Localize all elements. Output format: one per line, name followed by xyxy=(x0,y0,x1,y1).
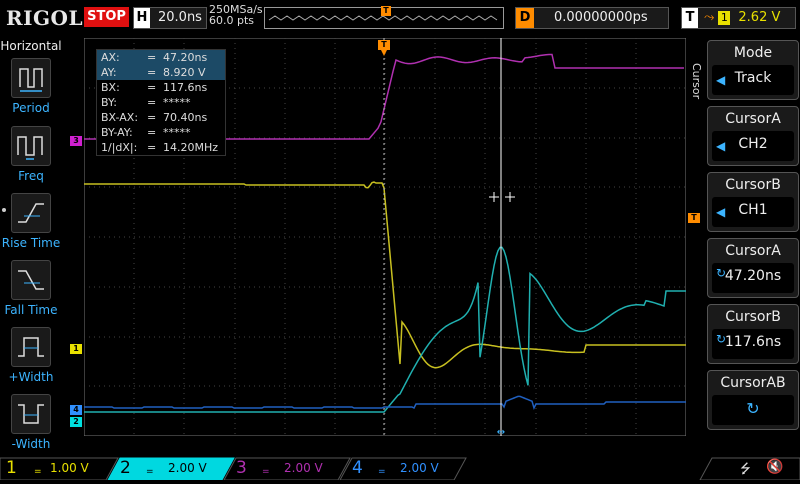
timebase-display[interactable]: H 20.0ns xyxy=(133,7,207,29)
timebase-value: 20.0ns xyxy=(158,10,202,25)
period-label: Period xyxy=(12,101,50,115)
delay-value: 0.00000000ps xyxy=(554,10,648,25)
cursor-menu-tab[interactable]: Cursor xyxy=(690,36,703,126)
ch4-status[interactable]: 4 = 2.00 V xyxy=(340,456,456,480)
cursor-ab-button[interactable]: CursorAB ↻ xyxy=(707,370,799,430)
cursor-mode-value: Track xyxy=(734,70,772,86)
ch2-scale: 2.00 V xyxy=(168,461,207,475)
measure-row-inv-dx: 1/|dX|: = 14.20MHz xyxy=(101,141,219,154)
ch3-coupling-icon: = xyxy=(262,467,270,477)
ch2-status[interactable]: 2 = 2.00 V xyxy=(108,456,224,480)
run-stop-indicator[interactable]: STOP xyxy=(84,7,129,27)
cursor-mode-button[interactable]: Mode ◀ Track xyxy=(707,40,799,100)
positive-width-label: +Width xyxy=(8,370,54,384)
rise-time-label: Rise Time xyxy=(1,236,61,250)
cursor-a-position-value: 47.20ns xyxy=(724,268,782,284)
ch2-offset-marker[interactable]: 2 xyxy=(70,417,82,427)
cursor-mode-title: Mode xyxy=(733,45,773,61)
ch4-offset-marker[interactable]: 4 xyxy=(70,405,82,415)
cursor-ab-marker: ↔ xyxy=(497,427,505,436)
measure-row-bx-ax: BX-AX: = 70.40ns xyxy=(101,111,208,124)
measure-period-button[interactable]: Period xyxy=(0,58,62,124)
fall-time-icon xyxy=(11,260,51,300)
multipurpose-knob-icon: ↻ xyxy=(746,399,760,418)
trigger-label: T xyxy=(682,8,698,28)
negative-width-label: -Width xyxy=(11,437,51,451)
trigger-source: 1 xyxy=(718,11,731,25)
ch3-number: 3 xyxy=(236,458,247,478)
top-status-bar: RIGOL STOP H 20.0ns 250MSa/s 60.0 pts T D… xyxy=(0,0,800,36)
trigger-time-marker[interactable]: T xyxy=(378,40,390,50)
rise-time-icon xyxy=(11,193,51,233)
trigger-edge-icon: ⤳ xyxy=(704,10,715,25)
trigger-level: 2.62 V xyxy=(738,10,781,25)
period-icon xyxy=(11,58,51,98)
measure-row-bx: BX: = 117.6ns xyxy=(101,81,208,94)
ch3-offset-marker[interactable]: 3 xyxy=(70,136,82,146)
cursor-ab-value-box: ↻ xyxy=(712,395,794,425)
ch1-scale: 1.00 V xyxy=(50,461,89,475)
measure-rise-time-button[interactable]: Rise Time xyxy=(0,193,62,259)
delay-label: D xyxy=(516,8,534,28)
cursor-a-position-title: CursorA xyxy=(725,243,781,259)
left-menu-title: Horizontal xyxy=(0,39,62,53)
ch1-number: 1 xyxy=(6,458,17,478)
horizontal-measure-menu: Horizontal Period Freq Rise Time Fall Ti… xyxy=(0,36,62,456)
cursor-b-position-button[interactable]: CursorB ↻ 117.6ns xyxy=(707,304,799,364)
negative-width-icon xyxy=(11,394,51,434)
cursor-mode-value-box: ◀ Track xyxy=(712,65,794,95)
cursor-menu: Mode ◀ Track CursorA ◀ CH2 CursorB ◀ CH1… xyxy=(703,36,800,456)
cursor-b-position-title: CursorB xyxy=(725,309,781,325)
measure-fall-time-button[interactable]: Fall Time xyxy=(0,260,62,326)
rigol-logo: RIGOL xyxy=(6,6,84,30)
trigger-display[interactable]: T ⤳ 1 2.62 V xyxy=(681,7,796,29)
cursor-ab-title: CursorAB xyxy=(720,375,786,391)
acquisition-info: 250MSa/s 60.0 pts xyxy=(209,4,263,26)
delay-display[interactable]: D 0.00000000ps xyxy=(515,7,669,29)
cursor-a-position-value-box: ↻ 47.20ns xyxy=(712,263,794,293)
measure-freq-button[interactable]: Freq xyxy=(0,126,62,192)
freq-icon xyxy=(11,126,51,166)
measure-row-ay: AY: = 8.920 V xyxy=(97,65,225,80)
trigger-position-marker: T xyxy=(381,6,391,16)
timebase-label: H xyxy=(134,8,150,28)
fall-time-label: Fall Time xyxy=(4,303,58,317)
trigger-level-marker[interactable]: T xyxy=(688,213,700,223)
cursor-a-source-value-box: ◀ CH2 xyxy=(712,131,794,161)
measure-row-ax: AX: = 47.20ns xyxy=(97,50,225,65)
ch2-number: 2 xyxy=(120,458,131,478)
freq-label: Freq xyxy=(18,169,44,183)
ch4-scale: 2.00 V xyxy=(400,461,439,475)
cursor-a-source-title: CursorA xyxy=(725,111,781,127)
ch3-scale: 2.00 V xyxy=(284,461,323,475)
positive-width-icon xyxy=(11,327,51,367)
cursor-a-position-button[interactable]: CursorA ↻ 47.20ns xyxy=(707,238,799,298)
ch1-coupling-icon: = xyxy=(34,467,42,477)
speaker-muted-icon[interactable]: 🔇 xyxy=(766,459,783,475)
trigger-arrow-icon xyxy=(381,50,387,56)
cursor-b-position-value-box: ↻ 117.6ns xyxy=(712,329,794,359)
ch4-coupling-icon: = xyxy=(378,467,386,477)
ch4-number: 4 xyxy=(352,458,363,478)
channel-status-bar: 1 = 1.00 V 2 = 2.00 V 3 = 2.00 V 4 = 2.0… xyxy=(0,456,800,480)
cursor-a-source-button[interactable]: CursorA ◀ CH2 xyxy=(707,106,799,166)
cursor-b-position-value: 117.6ns xyxy=(724,334,782,350)
cursor-b-source-title: CursorB xyxy=(725,177,781,193)
cursor-b-source-button[interactable]: CursorB ◀ CH1 xyxy=(707,172,799,232)
cursor-a-source-value: CH2 xyxy=(738,136,768,152)
ch3-status[interactable]: 3 = 2.00 V xyxy=(224,456,340,480)
usb-icon: ⭍ xyxy=(740,462,751,477)
measure-row-by: BY: = ***** xyxy=(101,96,191,109)
memory-depth: 60.0 pts xyxy=(209,14,255,27)
ch1-offset-marker[interactable]: 1 xyxy=(70,344,82,354)
ch2-coupling-icon: = xyxy=(146,467,154,477)
measure-negative-width-button[interactable]: -Width xyxy=(0,394,62,460)
cursor-b-source-value: CH1 xyxy=(738,202,768,218)
cursor-b-source-value-box: ◀ CH1 xyxy=(712,197,794,227)
measure-positive-width-button[interactable]: +Width xyxy=(0,327,62,393)
measure-row-by-ay: BY-AY: = ***** xyxy=(101,126,191,139)
ch1-status[interactable]: 1 = 1.00 V xyxy=(0,456,108,480)
cursor-measurement-panel: AX: = 47.20ns AY: = 8.920 V BX: = 117.6ns BY: =… xyxy=(96,49,226,156)
